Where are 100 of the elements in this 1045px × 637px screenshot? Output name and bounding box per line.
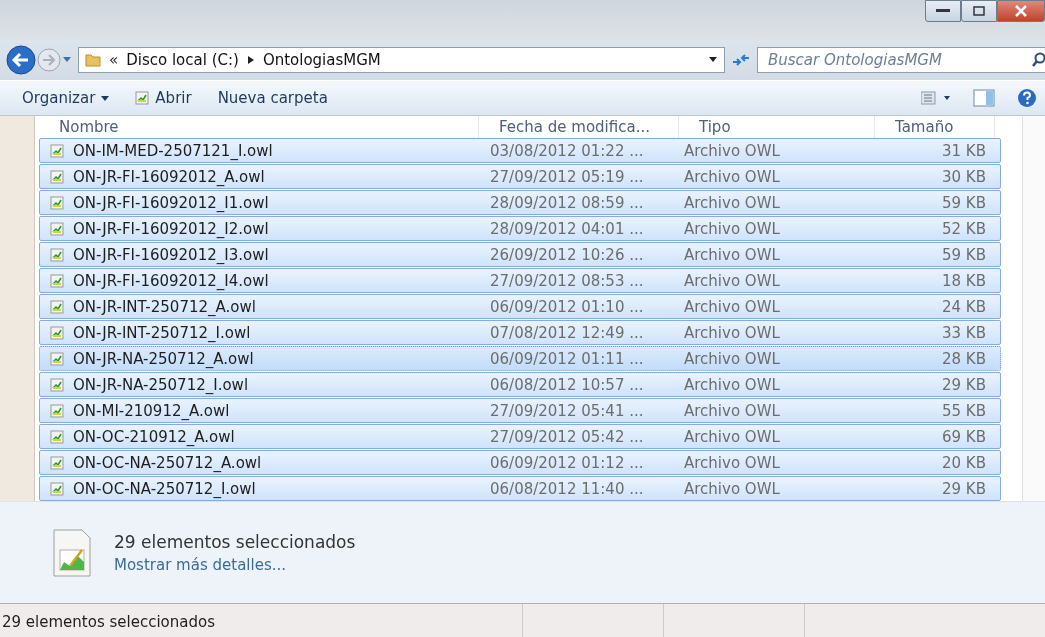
size-cell: 69 KB xyxy=(942,427,986,446)
maximize-button[interactable] xyxy=(961,0,997,22)
file-icon xyxy=(50,273,64,288)
type-cell: Archivo OWL xyxy=(684,375,780,394)
type-cell: Archivo OWL xyxy=(684,401,780,420)
chevron-icon[interactable] xyxy=(246,55,255,65)
close-button[interactable] xyxy=(997,0,1045,22)
type-cell: Archivo OWL xyxy=(684,349,780,368)
size-cell: 28 KB xyxy=(942,349,986,368)
file-name: ON-JR-FI-16092012_I1.owl xyxy=(73,193,269,212)
file-icon xyxy=(50,143,64,158)
open-button[interactable]: Abrir xyxy=(135,87,192,109)
size-cell: 55 KB xyxy=(942,401,986,420)
address-bar[interactable]: « Disco local (C:) OntologiasMGM xyxy=(78,47,725,73)
file-name: ON-JR-FI-16092012_I3.owl xyxy=(73,245,269,264)
file-icon xyxy=(50,221,64,236)
file-icon xyxy=(50,351,64,366)
help-icon[interactable] xyxy=(1017,88,1037,108)
file-row[interactable]: ON-OC-NA-250712_A.owl 06/09/2012 01:12 ... Archivo OWL 20 KB xyxy=(39,450,1001,475)
search-field[interactable]: Buscar OntologiasMGM xyxy=(757,47,1045,73)
size-cell: 59 KB xyxy=(942,193,986,212)
type-cell: Archivo OWL xyxy=(684,271,780,290)
file-icon xyxy=(50,169,64,184)
file-name: ON-IM-MED-2507121_I.owl xyxy=(73,141,273,160)
caret-icon xyxy=(101,95,110,101)
organize-menu[interactable]: Organizar xyxy=(22,87,110,109)
file-name: ON-JR-NA-250712_A.owl xyxy=(73,349,254,368)
size-cell: 18 KB xyxy=(942,271,986,290)
file-icon xyxy=(50,455,64,470)
file-row[interactable]: ON-JR-FI-16092012_I4.owl 27/09/2012 08:53 ... Archivo OWL 18 KB xyxy=(39,268,1001,293)
size-cell: 31 KB xyxy=(942,141,986,160)
date-cell: 27/09/2012 05:42 ... xyxy=(490,427,644,446)
minimize-button[interactable] xyxy=(925,0,961,22)
overflow-chevron[interactable]: « xyxy=(109,51,119,69)
file-row[interactable]: ON-JR-INT-250712_I.owl 07/08/2012 12:49 ... Archivo OWL 33 KB xyxy=(39,320,1001,345)
file-row[interactable]: ON-JR-FI-16092012_I1.owl 28/09/2012 08:59 ... Archivo OWL 59 KB xyxy=(39,190,1001,215)
file-row[interactable]: ON-JR-INT-250712_A.owl 06/09/2012 01:10 ... Archivo OWL 24 KB xyxy=(39,294,1001,319)
size-cell: 20 KB xyxy=(942,453,986,472)
type-cell: Archivo OWL xyxy=(684,323,780,342)
date-cell: 06/08/2012 11:40 ... xyxy=(490,479,644,498)
back-button[interactable] xyxy=(6,45,36,75)
date-cell: 27/09/2012 05:19 ... xyxy=(490,167,644,186)
date-cell: 28/09/2012 04:01 ... xyxy=(490,219,644,238)
file-row[interactable]: ON-IM-MED-2507121_I.owl 03/08/2012 01:22 ... Archivo OWL 31 KB xyxy=(39,138,1001,163)
details-link[interactable]: Mostrar más detalles... xyxy=(114,555,356,574)
file-row[interactable]: ON-OC-210912_A.owl 27/09/2012 05:42 ... Archivo OWL 69 KB xyxy=(39,424,1001,449)
file-row[interactable]: ON-JR-FI-16092012_I2.owl 28/09/2012 04:01 ... Archivo OWL 52 KB xyxy=(39,216,1001,241)
breadcrumb[interactable]: Disco local (C:) xyxy=(126,51,239,69)
file-row[interactable]: ON-JR-FI-16092012_I3.owl 26/09/2012 10:26 ... Archivo OWL 59 KB xyxy=(39,242,1001,267)
status-text: 29 elementos seleccionados xyxy=(2,613,215,631)
date-cell: 27/09/2012 05:41 ... xyxy=(490,401,644,420)
dropdown-arrow-icon[interactable] xyxy=(708,56,718,64)
date-cell: 06/08/2012 10:57 ... xyxy=(490,375,644,394)
type-cell: Archivo OWL xyxy=(684,453,780,472)
type-cell: Archivo OWL xyxy=(684,297,780,316)
file-icon xyxy=(50,247,64,262)
file-name: ON-JR-INT-250712_I.owl xyxy=(73,323,251,342)
file-row[interactable]: ON-JR-FI-16092012_A.owl 27/09/2012 05:19 ... Archivo OWL 30 KB xyxy=(39,164,1001,189)
file-icon xyxy=(50,429,64,444)
search-icon[interactable] xyxy=(1032,52,1045,68)
date-cell: 26/09/2012 10:26 ... xyxy=(490,245,644,264)
type-cell: Archivo OWL xyxy=(684,167,780,186)
maximize-icon xyxy=(973,6,985,16)
file-icon xyxy=(50,325,64,340)
file-row[interactable]: ON-JR-NA-250712_A.owl 06/09/2012 01:11 ... Archivo OWL 28 KB xyxy=(39,346,1001,371)
close-icon xyxy=(1015,5,1027,17)
size-cell: 24 KB xyxy=(942,297,986,316)
file-name: ON-MI-210912_A.owl xyxy=(73,401,230,420)
file-row[interactable]: ON-MI-210912_A.owl 27/09/2012 05:41 ... Archivo OWL 55 KB xyxy=(39,398,1001,423)
file-icon xyxy=(50,527,94,578)
refresh-icon[interactable] xyxy=(731,52,751,68)
file-row[interactable]: ON-OC-NA-250712_I.owl 06/08/2012 11:40 ... Archivo OWL 29 KB xyxy=(39,476,1001,501)
size-cell: 30 KB xyxy=(942,167,986,186)
new-folder-button[interactable]: Nueva carpeta xyxy=(217,87,328,109)
date-cell: 07/08/2012 12:49 ... xyxy=(490,323,644,342)
date-cell: 06/09/2012 01:10 ... xyxy=(490,297,644,316)
scrollbar[interactable] xyxy=(1022,116,1045,501)
file-row[interactable]: ON-JR-NA-250712_I.owl 06/08/2012 10:57 ... Archivo OWL 29 KB xyxy=(39,372,1001,397)
size-cell: 33 KB xyxy=(942,323,986,342)
file-name: ON-JR-INT-250712_A.owl xyxy=(73,297,256,316)
size-cell: 29 KB xyxy=(942,375,986,394)
file-icon xyxy=(50,481,64,496)
date-cell: 28/09/2012 08:59 ... xyxy=(490,193,644,212)
file-icon xyxy=(50,403,64,418)
file-icon xyxy=(50,195,64,210)
file-name: ON-JR-FI-16092012_I4.owl xyxy=(73,271,269,290)
view-options-icon[interactable] xyxy=(921,91,951,105)
type-cell: Archivo OWL xyxy=(684,479,780,498)
type-cell: Archivo OWL xyxy=(684,141,780,160)
date-cell: 27/09/2012 08:53 ... xyxy=(490,271,644,290)
size-cell: 52 KB xyxy=(942,219,986,238)
breadcrumb[interactable]: OntologiasMGM xyxy=(262,51,381,69)
file-name: ON-JR-FI-16092012_A.owl xyxy=(73,167,265,186)
folder-icon xyxy=(85,52,101,68)
type-cell: Archivo OWL xyxy=(684,245,780,264)
selection-count: 29 elementos seleccionados xyxy=(114,531,356,552)
type-cell: Archivo OWL xyxy=(684,219,780,238)
file-icon xyxy=(135,91,150,105)
file-name: ON-OC-210912_A.owl xyxy=(73,427,235,446)
size-cell: 29 KB xyxy=(942,479,986,498)
